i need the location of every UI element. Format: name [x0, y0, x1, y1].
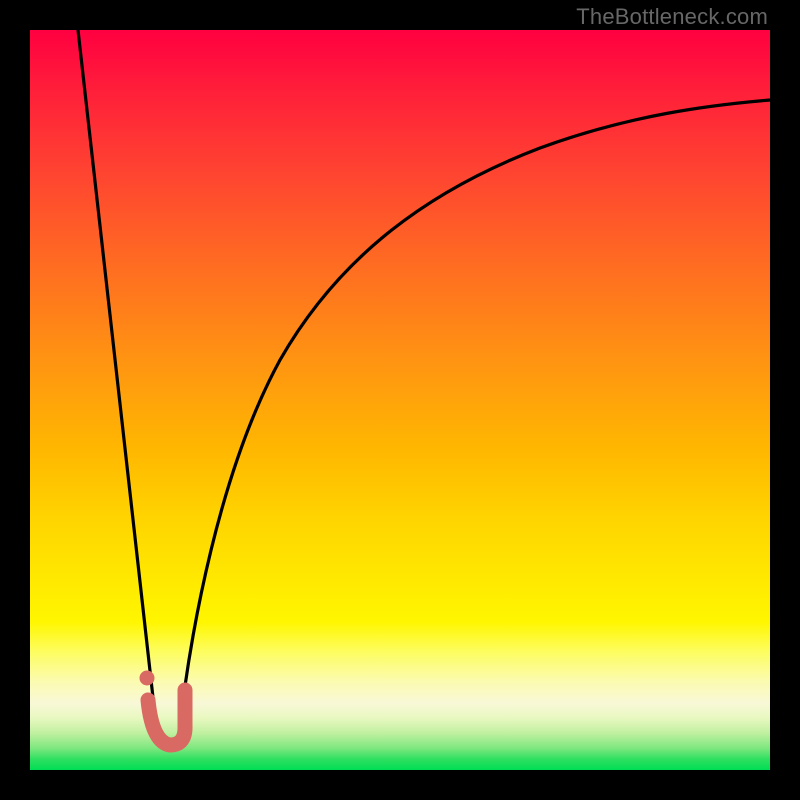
watermark-text: TheBottleneck.com — [576, 4, 768, 30]
plot-frame — [30, 30, 770, 770]
gradient-background — [30, 30, 770, 770]
